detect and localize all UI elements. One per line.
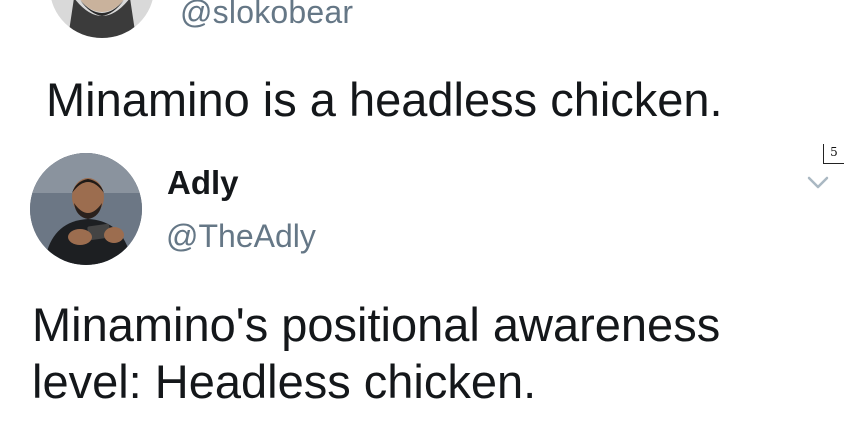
tweet-text: Minamino is a headless chicken. <box>46 73 723 126</box>
page-badge: 5 <box>823 144 844 164</box>
avatar[interactable] <box>50 0 154 38</box>
tweet-quoted[interactable]: @slokobear Minamino is a headless chicke… <box>0 0 845 140</box>
tweet-handle[interactable]: @slokobear <box>180 0 353 31</box>
tweet-author-name[interactable]: Adly <box>167 164 239 202</box>
chevron-down-icon[interactable] <box>803 170 833 194</box>
tweet-text: Minamino's positional awareness level: H… <box>32 298 721 408</box>
tweet-handle[interactable]: @TheAdly <box>166 218 316 255</box>
avatar-photo <box>50 0 154 38</box>
avatar-photo <box>30 153 142 265</box>
avatar[interactable] <box>30 153 142 265</box>
tweet[interactable]: Adly @TheAdly 5 Minamino's positional aw… <box>0 140 845 445</box>
